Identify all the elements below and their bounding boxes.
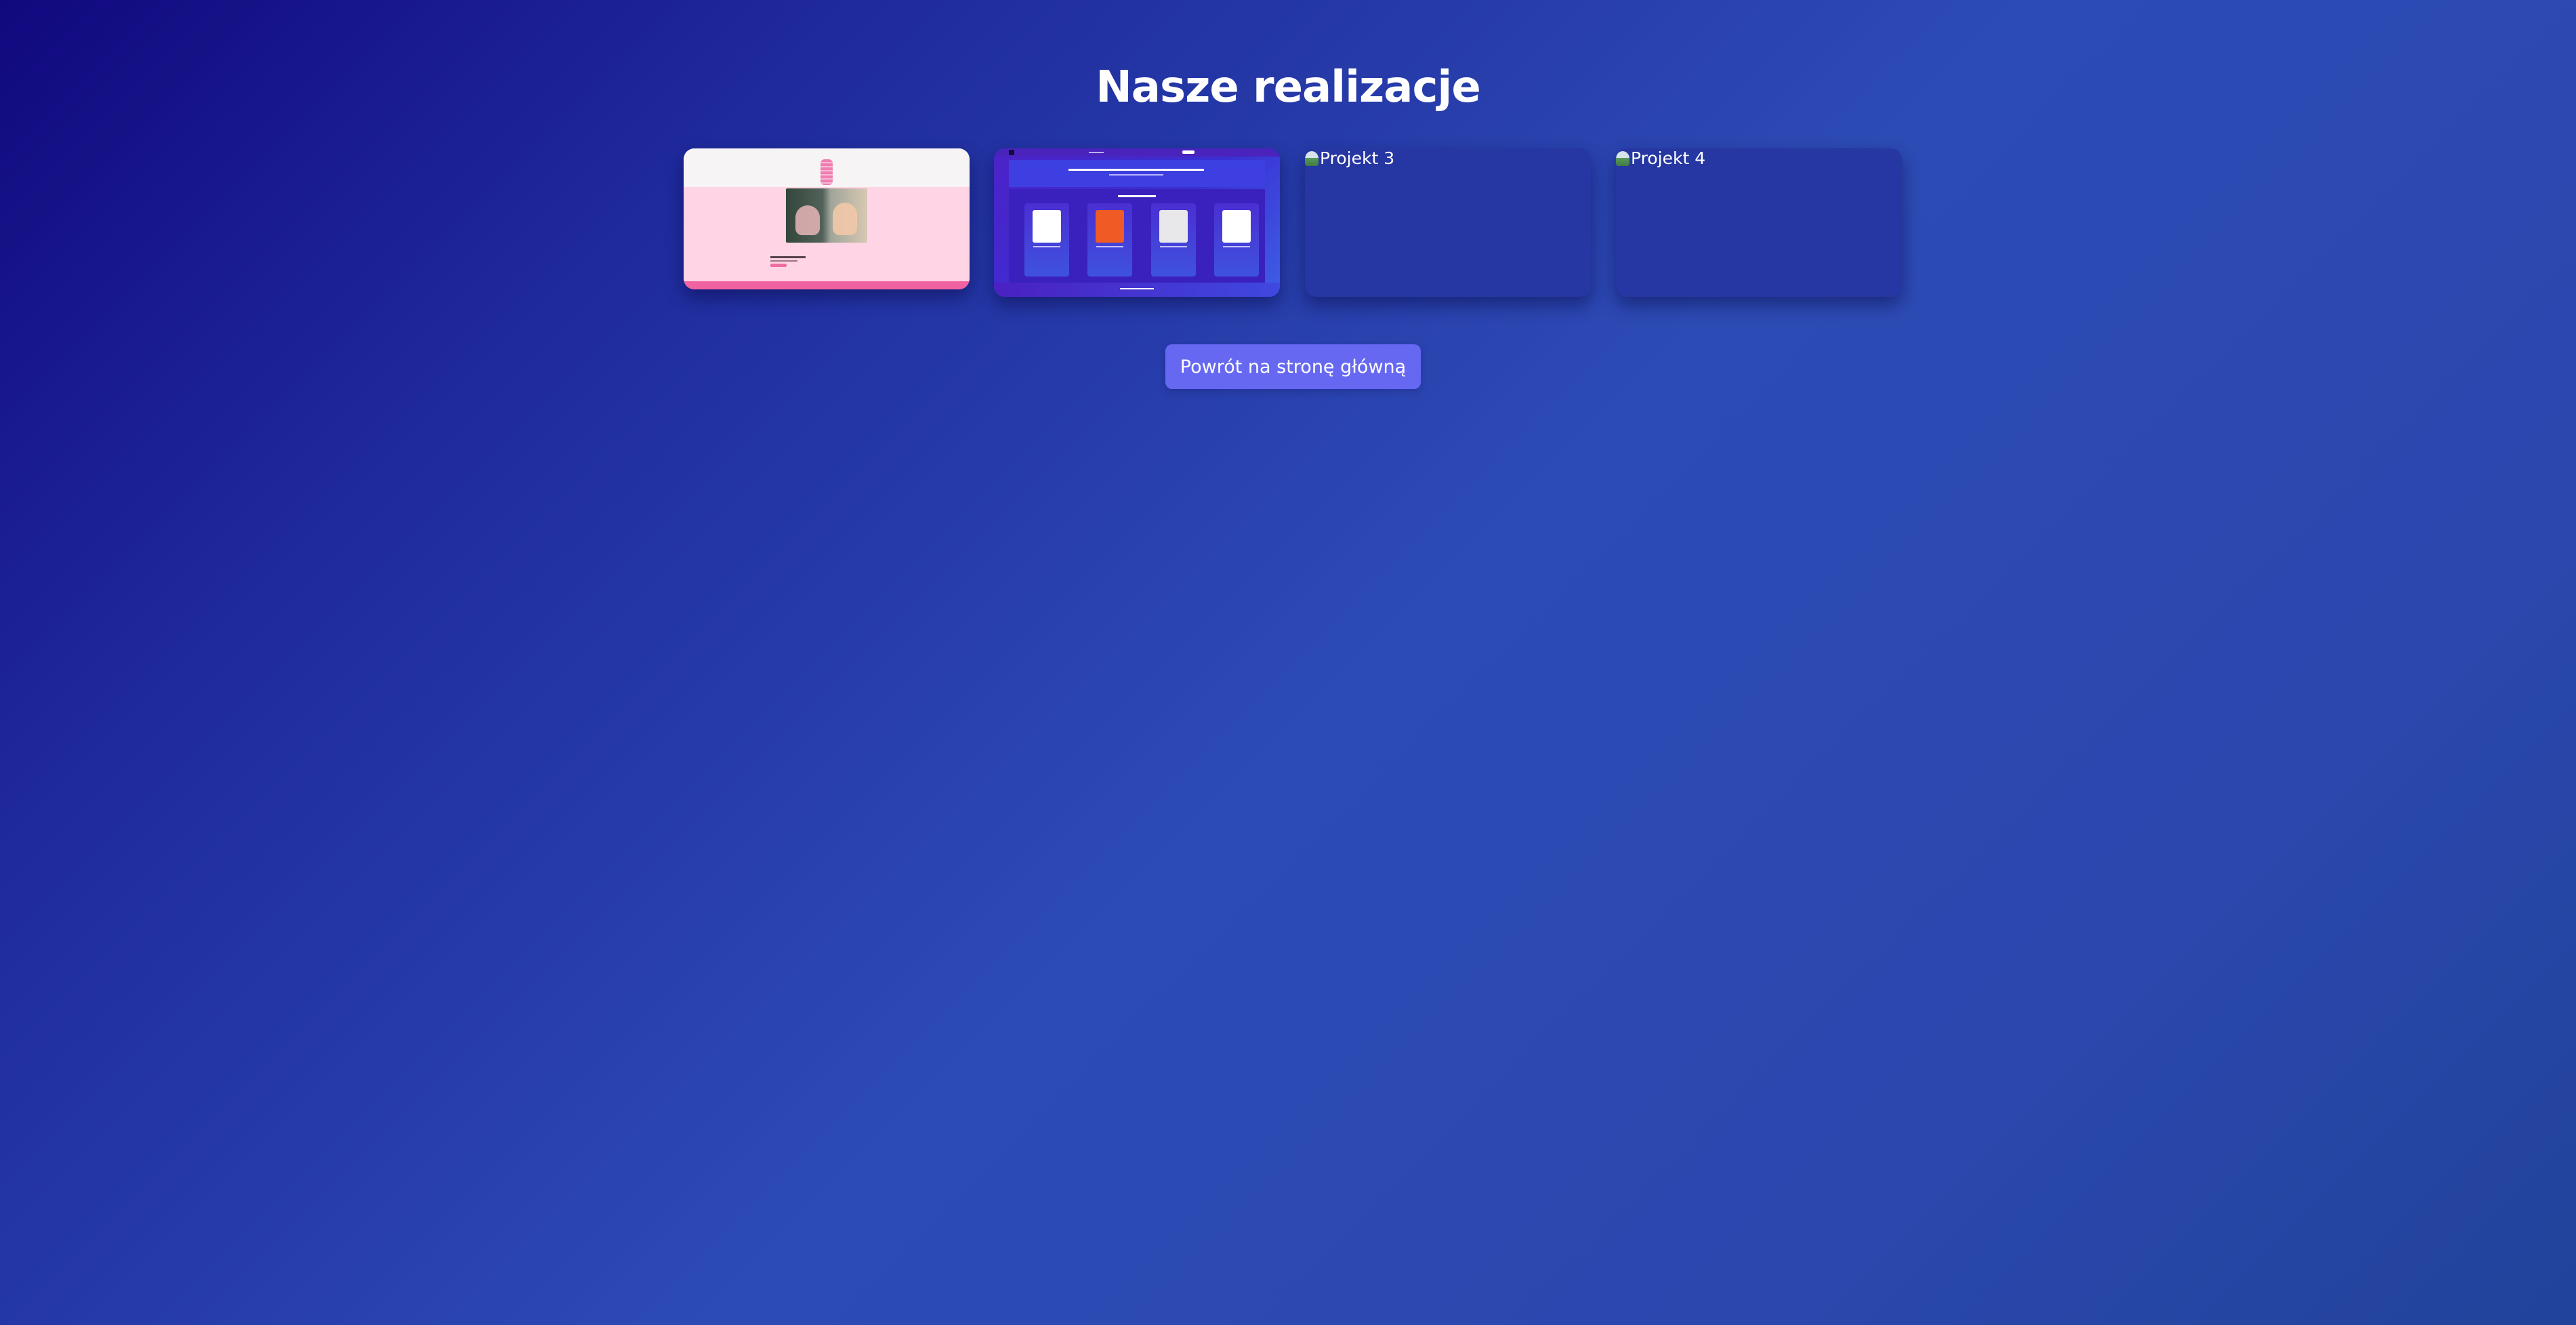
- thumbnail-logo-icon: [820, 159, 833, 185]
- thumbnail-product-text: [1096, 246, 1123, 247]
- thumbnail-footer-text: [1120, 288, 1154, 289]
- thumbnail-button: [770, 264, 787, 267]
- thumbnail-footer: [684, 281, 970, 289]
- project-card-4[interactable]: Projekt 4: [1616, 148, 1902, 297]
- thumbnail-hand-shape: [833, 203, 857, 235]
- thumbnail-nav-link: [1089, 152, 1104, 153]
- project-gallery: Projekt 3 Projekt 4: [684, 148, 1903, 298]
- page-title: Nasze realizacje: [1096, 62, 1481, 113]
- thumbnail-footer: [994, 283, 1280, 297]
- thumbnail-hero-title: [1068, 169, 1204, 171]
- broken-image-icon: [1305, 151, 1318, 166]
- project-card-1[interactable]: [684, 148, 970, 289]
- thumbnail-earbuds-image: [1033, 210, 1061, 243]
- thumbnail-product-text: [1033, 246, 1060, 247]
- thumbnail-text-line: [770, 256, 806, 258]
- thumbnail-smartwatch-image: [1222, 210, 1251, 243]
- thumbnail-hero: [1009, 160, 1265, 187]
- thumbnail-navbar: [994, 148, 1280, 157]
- thumbnail-logo-icon: [1009, 150, 1014, 155]
- project-card-3[interactable]: Projekt 3: [1305, 148, 1591, 297]
- thumbnail-hand-shape: [795, 205, 820, 235]
- thumbnail-hero-subtitle: [1109, 174, 1163, 176]
- broken-image-icon: [1616, 151, 1629, 166]
- broken-image-placeholder: Projekt 4: [1616, 148, 1705, 169]
- image-alt-text: Projekt 3: [1320, 148, 1395, 168]
- thumbnail-section-title: [1118, 195, 1156, 197]
- thumbnail-tshirt-image: [1096, 210, 1124, 243]
- thumbnail-product-text: [1223, 246, 1250, 247]
- image-alt-text: Projekt 4: [1631, 148, 1706, 168]
- broken-image-placeholder: Projekt 3: [1305, 148, 1394, 169]
- thumbnail-text-line: [770, 260, 797, 262]
- thumbnail-watch-image: [1159, 210, 1188, 243]
- back-to-home-button[interactable]: Powrót na stronę główną: [1165, 344, 1421, 389]
- thumbnail-nav-button: [1182, 150, 1194, 154]
- thumbnail-product-text: [1160, 246, 1187, 247]
- project-card-2[interactable]: [994, 148, 1280, 297]
